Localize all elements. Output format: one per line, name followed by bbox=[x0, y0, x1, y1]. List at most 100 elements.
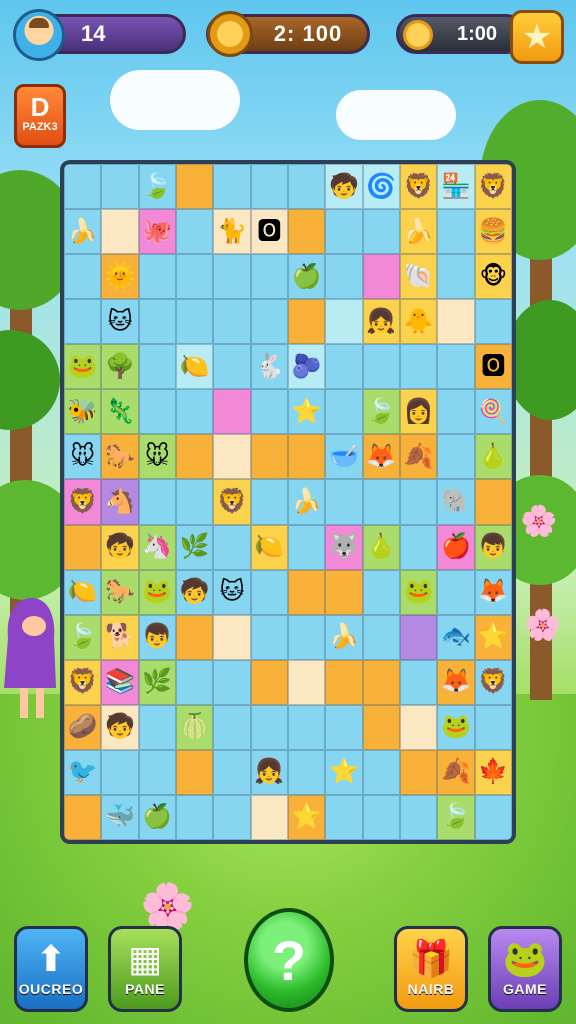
empty-tile[interactable] bbox=[325, 209, 363, 255]
game-tile[interactable]: 🦊 bbox=[474, 569, 512, 615]
game-tile[interactable]: 🍋 bbox=[175, 344, 214, 390]
game-tile[interactable]: 🐺 bbox=[325, 524, 363, 570]
game-tile[interactable]: 🐚 bbox=[399, 254, 438, 300]
game-tile[interactable]: 🍈 bbox=[175, 704, 214, 750]
empty-tile[interactable] bbox=[399, 794, 438, 840]
empty-tile[interactable] bbox=[175, 794, 214, 840]
game-tile[interactable]: 🐇 bbox=[250, 344, 288, 390]
empty-tile[interactable] bbox=[175, 659, 214, 705]
empty-tile[interactable] bbox=[325, 299, 363, 345]
game-tile[interactable]: 🅾 bbox=[250, 209, 288, 255]
game-tile[interactable]: ⭐ bbox=[287, 389, 326, 435]
empty-tile[interactable] bbox=[362, 614, 400, 660]
game-tile[interactable]: 🍃 bbox=[437, 794, 475, 840]
empty-tile[interactable] bbox=[287, 614, 326, 660]
empty-tile[interactable] bbox=[138, 299, 176, 345]
empty-tile[interactable] bbox=[213, 299, 251, 345]
empty-tile[interactable] bbox=[175, 614, 214, 660]
empty-tile[interactable] bbox=[138, 389, 176, 435]
empty-tile[interactable] bbox=[213, 794, 251, 840]
player-avatar[interactable] bbox=[13, 9, 65, 61]
game-tile[interactable]: 🐥 bbox=[399, 299, 438, 345]
game-tile[interactable]: 👩 bbox=[399, 389, 438, 435]
up-arrow-button[interactable]: ⬆ OUCREO bbox=[14, 926, 88, 1012]
game-tile[interactable]: 👦 bbox=[138, 614, 176, 660]
game-tile[interactable]: 🐘 bbox=[437, 479, 475, 525]
game-tile[interactable]: 🐸 bbox=[64, 344, 102, 390]
game-tile[interactable]: 🍐 bbox=[362, 524, 400, 570]
empty-tile[interactable] bbox=[399, 344, 438, 390]
empty-tile[interactable] bbox=[287, 704, 326, 750]
empty-tile[interactable] bbox=[175, 749, 214, 795]
empty-tile[interactable] bbox=[138, 479, 176, 525]
empty-tile[interactable] bbox=[250, 794, 288, 840]
empty-tile[interactable] bbox=[287, 434, 326, 480]
gift-box-button[interactable]: 🎁 NAIRB bbox=[394, 926, 468, 1012]
empty-tile[interactable] bbox=[213, 164, 251, 210]
game-tile[interactable]: 🐸 bbox=[399, 569, 438, 615]
empty-tile[interactable] bbox=[287, 299, 326, 345]
empty-tile[interactable] bbox=[362, 344, 400, 390]
empty-tile[interactable] bbox=[474, 479, 512, 525]
empty-tile[interactable] bbox=[250, 389, 288, 435]
game-tile[interactable]: 🧒 bbox=[101, 524, 139, 570]
game-tile[interactable]: 🍋 bbox=[64, 569, 102, 615]
game-tile[interactable]: 🍁 bbox=[474, 749, 512, 795]
empty-tile[interactable] bbox=[437, 344, 475, 390]
game-tile[interactable]: 🌳 bbox=[101, 344, 139, 390]
empty-tile[interactable] bbox=[101, 164, 139, 210]
game-tile[interactable]: 🦁 bbox=[64, 659, 102, 705]
game-tile[interactable]: 🦁 bbox=[399, 164, 438, 210]
game-tile[interactable]: 🌀 bbox=[362, 164, 400, 210]
empty-tile[interactable] bbox=[101, 749, 139, 795]
game-tile[interactable]: 🦁 bbox=[64, 479, 102, 525]
empty-tile[interactable] bbox=[287, 164, 326, 210]
empty-tile[interactable] bbox=[175, 164, 214, 210]
empty-tile[interactable] bbox=[474, 299, 512, 345]
game-tile[interactable]: 🐵 bbox=[474, 254, 512, 300]
empty-tile[interactable] bbox=[362, 659, 400, 705]
empty-tile[interactable] bbox=[325, 254, 363, 300]
empty-tile[interactable] bbox=[213, 524, 251, 570]
game-tile[interactable]: 🦁 bbox=[213, 479, 251, 525]
game-tile[interactable]: 🐸 bbox=[138, 569, 176, 615]
game-tile[interactable]: 🧒 bbox=[325, 164, 363, 210]
game-tile[interactable]: 🫐 bbox=[287, 344, 326, 390]
empty-tile[interactable] bbox=[101, 209, 139, 255]
empty-tile[interactable] bbox=[362, 794, 400, 840]
game-tile[interactable]: 🧒 bbox=[101, 704, 139, 750]
game-tile[interactable]: 🍃 bbox=[362, 389, 400, 435]
empty-tile[interactable] bbox=[437, 209, 475, 255]
game-tile[interactable]: 🐭 bbox=[138, 434, 176, 480]
empty-tile[interactable] bbox=[138, 254, 176, 300]
empty-tile[interactable] bbox=[175, 209, 214, 255]
game-tile[interactable]: 🦎 bbox=[101, 389, 139, 435]
game-tile[interactable]: 🐎 bbox=[101, 569, 139, 615]
game-tile[interactable]: 🍋 bbox=[250, 524, 288, 570]
empty-tile[interactable] bbox=[213, 614, 251, 660]
empty-tile[interactable] bbox=[250, 434, 288, 480]
game-tile[interactable]: 🍎 bbox=[437, 524, 475, 570]
empty-tile[interactable] bbox=[287, 659, 326, 705]
empty-tile[interactable] bbox=[474, 704, 512, 750]
empty-tile[interactable] bbox=[175, 389, 214, 435]
empty-tile[interactable] bbox=[362, 569, 400, 615]
game-tile[interactable]: ⭐ bbox=[474, 614, 512, 660]
game-tile[interactable]: 🅾 bbox=[474, 344, 512, 390]
empty-tile[interactable] bbox=[64, 164, 102, 210]
empty-tile[interactable] bbox=[175, 434, 214, 480]
empty-tile[interactable] bbox=[325, 389, 363, 435]
game-tile[interactable]: 🍏 bbox=[138, 794, 176, 840]
empty-tile[interactable] bbox=[64, 299, 102, 345]
game-tile[interactable]: 🏪 bbox=[437, 164, 475, 210]
empty-tile[interactable] bbox=[138, 344, 176, 390]
game-tile[interactable]: 🦊 bbox=[437, 659, 475, 705]
empty-tile[interactable] bbox=[325, 704, 363, 750]
empty-tile[interactable] bbox=[250, 479, 288, 525]
empty-tile[interactable] bbox=[64, 254, 102, 300]
empty-tile[interactable] bbox=[362, 209, 400, 255]
empty-tile[interactable] bbox=[325, 659, 363, 705]
game-tile[interactable]: 🐱 bbox=[213, 569, 251, 615]
game-tile[interactable]: 📚 bbox=[101, 659, 139, 705]
star-button[interactable]: ★ bbox=[510, 10, 564, 64]
